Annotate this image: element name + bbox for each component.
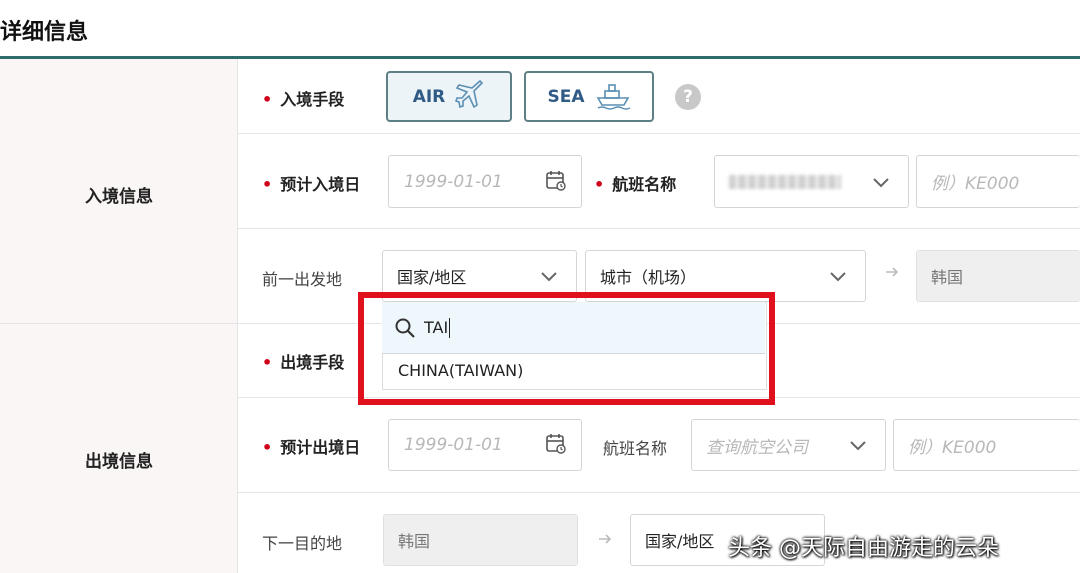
next-destination-label: 下一目的地 [262,534,343,553]
exit-section-label: 出境信息 [85,452,153,472]
sea-mode-button[interactable]: SEA [524,71,654,122]
watermark-text: 头条 @天际自由游走的云朵 [728,536,999,561]
required-marker: • [262,175,273,194]
chevron-down-icon [541,272,557,282]
page-title: 详细信息 [0,20,89,45]
section-label-column [0,59,238,573]
red-highlight-box [358,292,775,405]
exit-date-label: • 预计出境日 [262,438,361,457]
entry-section-label: 入境信息 [85,187,153,207]
prev-origin-label: 前一出发地 [262,270,343,289]
exit-mode-label: • 出境手段 [262,353,345,372]
exit-origin-field: 韩国 [383,514,578,566]
exit-airline-select[interactable]: 查询航空公司 [691,419,886,471]
exit-flight-number-input[interactable]: 例）KE000 [893,419,1080,471]
chevron-down-icon [873,177,889,187]
row-divider [238,228,1080,229]
entry-flight-number-input[interactable]: 例）KE000 [916,155,1080,208]
blurred-airline-value [729,174,841,189]
entry-mode-label: • 入境手段 [262,90,345,109]
arrow-right-icon [597,531,613,551]
calendar-icon [545,432,567,458]
airplane-icon [455,79,485,114]
entry-destination-field: 韩国 [916,250,1080,302]
arrow-right-icon [884,264,900,284]
required-marker: • [594,175,605,194]
ship-icon [595,80,631,114]
required-marker: • [262,90,273,109]
entry-date-input[interactable]: 1999-01-01 [388,155,582,208]
chevron-down-icon [830,272,846,282]
exit-date-input[interactable]: 1999-01-01 [388,419,582,471]
entry-flight-label: • 航班名称 [594,175,677,194]
required-marker: • [262,353,273,372]
section-divider [0,323,238,324]
exit-flight-label: 航班名称 [603,439,668,458]
entry-date-label: • 预计入境日 [262,175,361,194]
required-marker: • [262,438,273,457]
calendar-icon [545,169,567,195]
entry-airline-select[interactable] [714,155,909,208]
chevron-down-icon [850,441,866,451]
row-divider [238,133,1080,134]
air-mode-button[interactable]: AIR [386,71,512,122]
help-icon[interactable]: ? [675,84,701,110]
row-divider [238,492,1080,493]
